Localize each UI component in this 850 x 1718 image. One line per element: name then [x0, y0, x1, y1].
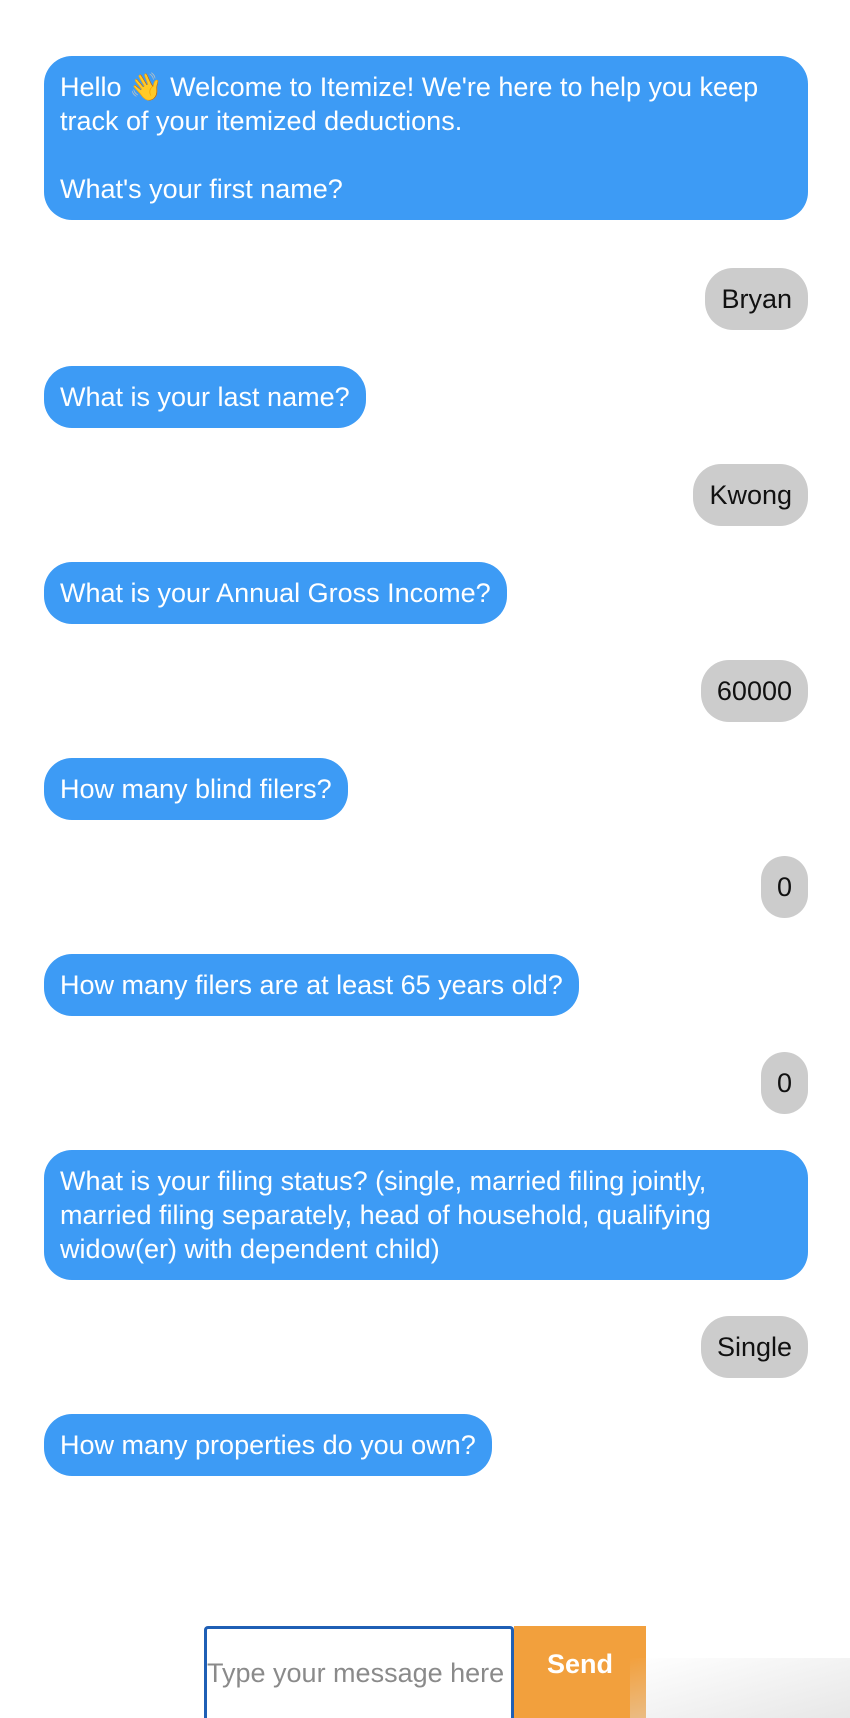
- bot-message: What is your Annual Gross Income?: [44, 562, 507, 624]
- user-message: 0: [760, 856, 808, 918]
- bot-message: Hello 👋 Welcome to Itemize! We're here t…: [44, 56, 808, 220]
- bot-message: What is your last name?: [44, 366, 366, 428]
- message-input[interactable]: [204, 1626, 514, 1718]
- bot-message: How many filers are at least 65 years ol…: [44, 954, 579, 1016]
- user-message: 0: [760, 1052, 808, 1114]
- bot-message: How many blind filers?: [44, 758, 348, 820]
- user-message: Kwong: [693, 464, 808, 526]
- user-message: Single: [700, 1316, 808, 1378]
- bot-message: What is your filing status? (single, mar…: [44, 1150, 808, 1280]
- user-message: Bryan: [705, 268, 808, 330]
- send-button[interactable]: Send: [514, 1626, 646, 1718]
- bot-message: How many properties do you own?: [44, 1414, 492, 1476]
- corner-shade: [630, 1658, 850, 1718]
- chat-page: Hello 👋 Welcome to Itemize! We're here t…: [0, 0, 850, 1718]
- message-composer: Send: [204, 1626, 646, 1718]
- user-message: 60000: [700, 660, 808, 722]
